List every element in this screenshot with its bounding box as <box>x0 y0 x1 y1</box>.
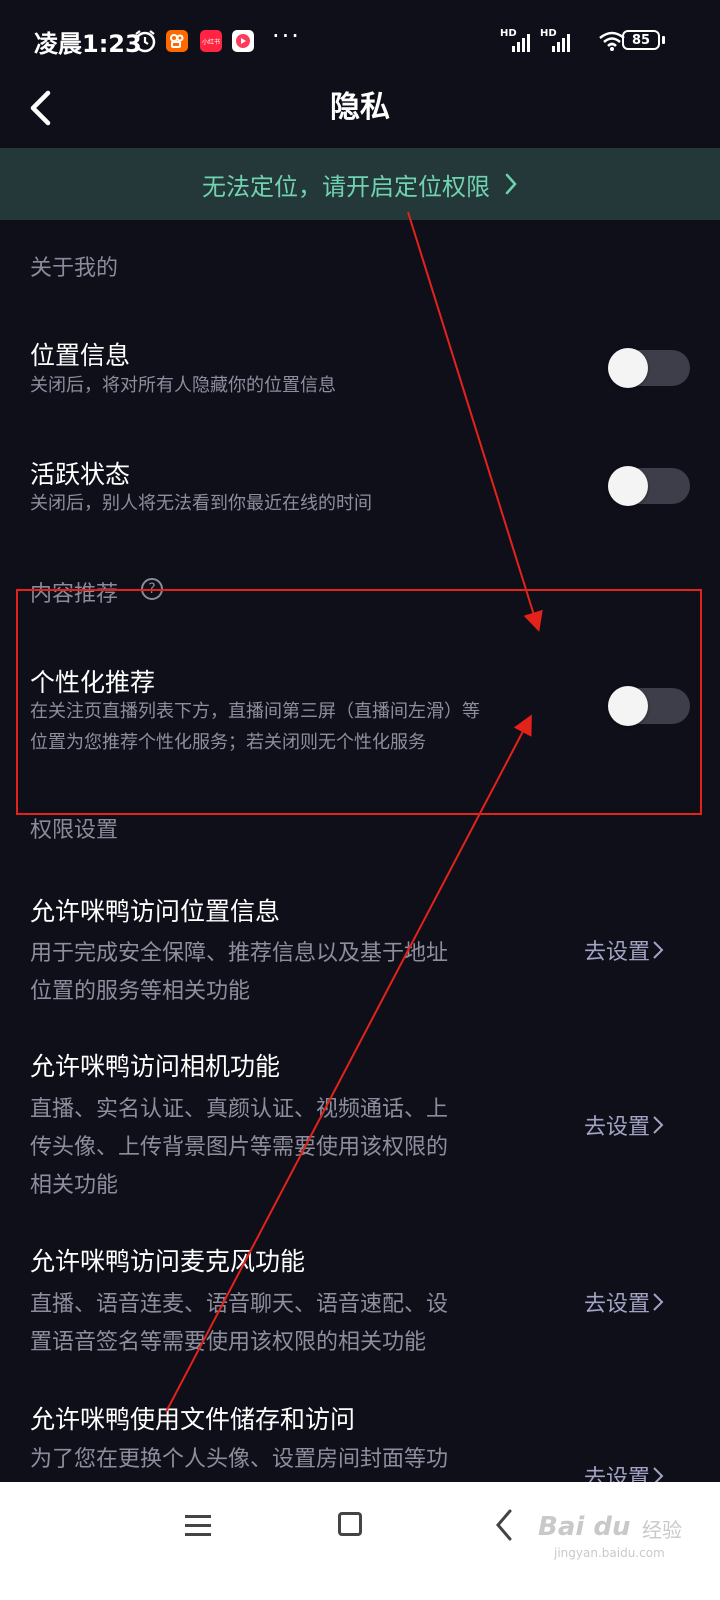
back-icon[interactable] <box>494 1508 514 1542</box>
more-icon: ··· <box>272 22 301 50</box>
chevron-right-icon <box>653 1293 664 1311</box>
annotation-highlight-box <box>16 589 702 815</box>
goto-settings-label: 去设置 <box>584 1292 651 1317</box>
watermark-url: jingyan.baidu.com <box>554 1546 665 1560</box>
baidu-jingyan-watermark: Bai du 经验 jingyan.baidu.com <box>534 1500 714 1570</box>
desc-line: 直播、语音连麦、语音聊天、语音速配、设 <box>30 1292 449 1317</box>
annotation-arrow <box>407 211 543 632</box>
goto-settings-label: 去设置 <box>584 1115 651 1140</box>
active-status-desc: 关闭后，别人将无法看到你最近在线的时间 <box>30 493 372 514</box>
location-info-title: 位置信息 <box>30 341 131 370</box>
active-status-toggle[interactable] <box>608 466 690 506</box>
chevron-right-icon <box>505 173 517 195</box>
toggle-knob <box>608 466 648 506</box>
camera-permission-desc: 直播、实名认证、真颜认证、视频通话、上 传头像、上传背景图片等需要使用该权限的 … <box>30 1091 530 1205</box>
location-permission-title: 允许咪鸭访问位置信息 <box>30 897 281 926</box>
page-title: 隐私 <box>330 90 390 125</box>
menu-icon[interactable] <box>184 1513 212 1539</box>
watermark-name: 经验 <box>642 1518 682 1542</box>
storage-permission-title: 允许咪鸭使用文件储存和访问 <box>30 1405 356 1434</box>
chevron-right-icon <box>653 941 664 959</box>
battery-icon: 85 <box>622 30 660 50</box>
desc-line: 直播、实名认证、真颜认证、视频通话、上 <box>30 1097 449 1122</box>
toggle-knob <box>608 348 648 388</box>
section-header-about-me: 关于我的 <box>30 256 119 281</box>
signal-icon: HD <box>500 28 530 52</box>
location-info-toggle[interactable] <box>608 348 690 388</box>
desc-line: 相关功能 <box>30 1173 119 1198</box>
video-app-icon <box>232 30 254 52</box>
camera-permission-title: 允许咪鸭访问相机功能 <box>30 1052 281 1081</box>
battery-tip <box>662 36 665 44</box>
location-permission-goto-settings[interactable]: 去设置 <box>584 934 664 966</box>
status-time: 凌晨1:23 <box>34 30 142 58</box>
microphone-permission-goto-settings[interactable]: 去设置 <box>584 1286 664 1318</box>
microphone-permission-title: 允许咪鸭访问麦克风功能 <box>30 1247 306 1276</box>
microphone-permission-desc: 直播、语音连麦、语音聊天、语音速配、设 置语音签名等需要使用该权限的相关功能 <box>30 1286 530 1362</box>
goto-settings-label: 去设置 <box>584 940 651 965</box>
desc-line: 为了您在更换个人头像、设置房间封面等功 <box>30 1447 449 1472</box>
watermark-logo: Bai du <box>538 1512 631 1542</box>
chevron-right-icon <box>653 1116 664 1134</box>
battery-level: 85 <box>631 32 651 48</box>
kuaishou-icon <box>166 30 188 52</box>
location-info-desc: 关闭后，将对所有人隐藏你的位置信息 <box>30 375 336 396</box>
location-permission-desc: 用于完成安全保障、推荐信息以及基于地址 位置的服务等相关功能 <box>30 935 530 1011</box>
alarm-icon <box>134 30 156 53</box>
xiaohongshu-label: 小红书 <box>201 38 220 46</box>
signal-icon: HD <box>540 28 570 52</box>
location-permission-banner[interactable]: 无法定位，请开启定位权限 <box>0 148 720 220</box>
desc-line: 传头像、上传背景图片等需要使用该权限的 <box>30 1135 449 1160</box>
desc-line: 位置的服务等相关功能 <box>30 979 251 1004</box>
location-banner-text: 无法定位，请开启定位权限 <box>202 172 490 201</box>
xiaohongshu-icon: 小红书 <box>200 30 222 52</box>
section-header-permissions: 权限设置 <box>30 818 119 843</box>
desc-line: 置语音签名等需要使用该权限的相关功能 <box>30 1330 427 1355</box>
active-status-title: 活跃状态 <box>30 460 131 489</box>
storage-permission-desc: 为了您在更换个人头像、设置房间封面等功 <box>30 1441 530 1479</box>
home-icon[interactable] <box>338 1512 362 1536</box>
camera-permission-goto-settings[interactable]: 去设置 <box>584 1109 664 1141</box>
desc-line: 用于完成安全保障、推荐信息以及基于地址 <box>30 941 449 966</box>
status-bar: 凌晨1:23 小红书 ··· HD HD 85 <box>0 0 720 80</box>
